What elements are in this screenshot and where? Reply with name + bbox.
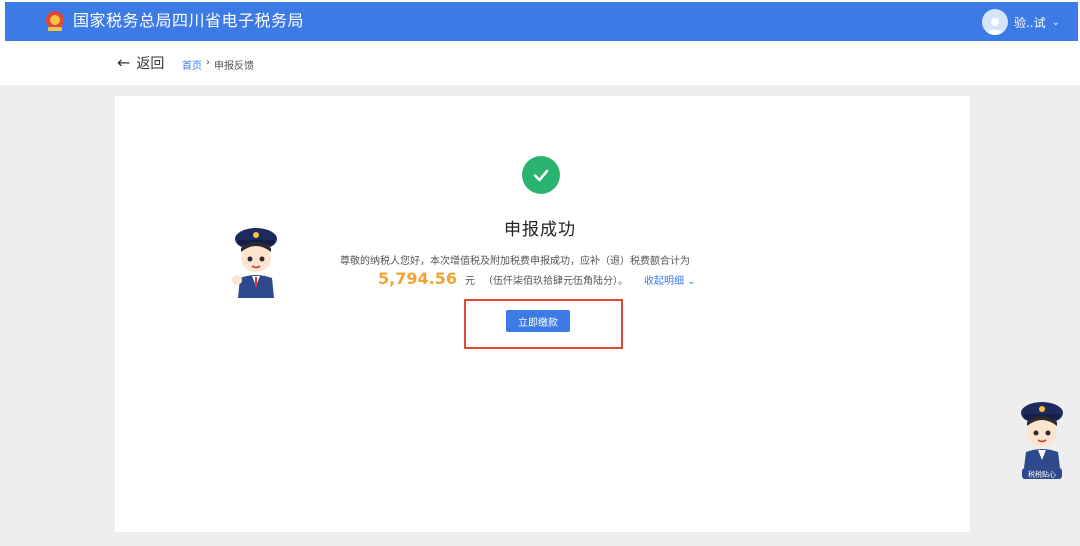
avatar[interactable] [981, 9, 1008, 35]
amount-line: 5,794.56 元 （伍仟柒佰玖拾肆元伍角陆分）。 收起明细 ⌄ [378, 269, 696, 288]
tax-emblem-icon [46, 11, 64, 31]
online-assistant-mascot-button[interactable]: 税税贴心 [1014, 396, 1070, 482]
back-label[interactable]: 返回 [136, 53, 164, 73]
check-circle-icon [522, 156, 560, 194]
breadcrumb-home-link[interactable]: 首页 [182, 57, 202, 72]
amount-in-words: （伍仟柒佰玖拾肆元伍角陆分）。 [482, 276, 628, 287]
tax-amount: 5,794.56 [378, 269, 457, 288]
user-menu[interactable]: 验..试 ⌄ [981, 8, 1060, 36]
user-name[interactable]: 验..试 [1014, 14, 1046, 31]
toggle-details-link[interactable]: 收起明细 ⌄ [644, 272, 696, 287]
breadcrumb-separator: › [206, 57, 210, 68]
result-description: 尊敬的纳税人您好，本次增值税及附加税费申报成功，应补（退）税费额合计为 [340, 256, 690, 267]
result-title: 申报成功 [504, 220, 576, 240]
assistant-badge-label: 税税贴心 [1028, 470, 1056, 479]
back-button[interactable]: ← 返回 [117, 53, 164, 73]
breadcrumb: 首页 › 申报反馈 [182, 57, 254, 72]
amount-unit: 元 [464, 276, 475, 287]
breadcrumb-current: 申报反馈 [214, 61, 254, 72]
chevron-down-icon[interactable]: ⌄ [1052, 17, 1060, 28]
top-header-bar: 国家税务总局四川省电子税务局 验..试 ⌄ [5, 2, 1078, 41]
user-icon [986, 18, 1003, 35]
pay-now-button[interactable]: 立即缴款 [506, 310, 570, 332]
site-title: 国家税务总局四川省电子税务局 [73, 11, 305, 30]
arrow-left-icon[interactable]: ← [117, 55, 130, 71]
navigation-bar: ← 返回 首页 › 申报反馈 [0, 41, 1080, 85]
